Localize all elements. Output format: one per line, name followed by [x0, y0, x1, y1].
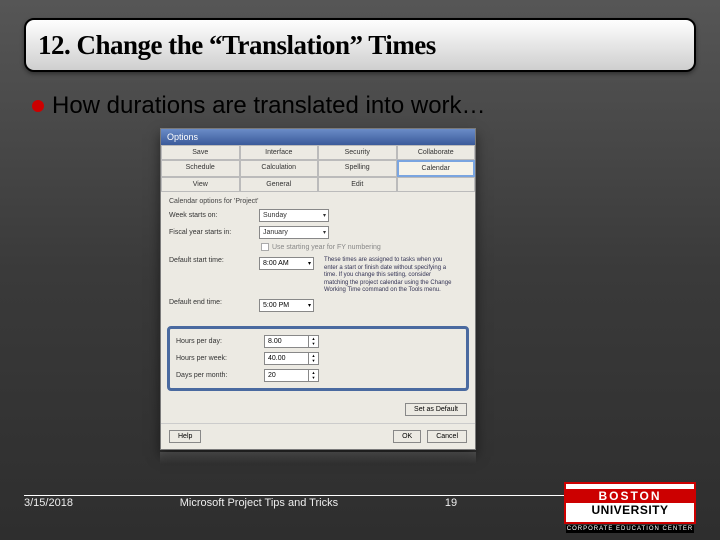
logo-bottom: UNIVERSITY [566, 503, 694, 517]
spinner-arrows-icon[interactable]: ▲▼ [308, 336, 318, 347]
hours-per-day-input[interactable]: 8.00▲▼ [264, 335, 319, 348]
week-starts-row: Week starts on: Sunday [161, 207, 475, 224]
hours-per-week-row: Hours per week: 40.00▲▼ [172, 350, 464, 367]
dialog-tabs: Save Interface Security Collaborate Sche… [161, 145, 475, 192]
ok-button[interactable]: OK [393, 430, 421, 443]
slide: 12. Change the “Translation” Times How d… [0, 0, 720, 540]
tab-calendar[interactable]: Calendar [397, 160, 476, 177]
tab-calculation[interactable]: Calculation [240, 160, 319, 177]
default-start-label: Default start time: [169, 257, 259, 264]
footer-title: Microsoft Project Tips and Tricks [180, 497, 338, 509]
hours-per-day-row: Hours per day: 8.00▲▼ [172, 333, 464, 350]
spinner-arrows-icon[interactable]: ▲▼ [308, 353, 318, 364]
hours-per-week-label: Hours per week: [176, 355, 264, 362]
default-end-row: Default end time: 5:00 PM [161, 297, 475, 314]
bullet-text: How durations are translated into work… [52, 92, 486, 120]
bullet-icon [32, 100, 44, 112]
week-starts-combo[interactable]: Sunday [259, 209, 329, 222]
footer: 3/15/2018 Microsoft Project Tips and Tri… [24, 482, 696, 524]
help-button[interactable]: Help [169, 430, 201, 443]
days-per-month-label: Days per month: [176, 372, 264, 379]
spinner-arrows-icon[interactable]: ▲▼ [308, 370, 318, 381]
tab-view[interactable]: View [161, 177, 240, 192]
tab-general[interactable]: General [240, 177, 319, 192]
reflection-decor [160, 452, 476, 464]
title-bar: 12. Change the “Translation” Times [24, 18, 696, 72]
tab-collaborate[interactable]: Collaborate [397, 145, 476, 160]
section-label: Calendar options for 'Project' [161, 192, 475, 207]
footer-date: 3/15/2018 [24, 497, 73, 509]
days-per-month-input[interactable]: 20▲▼ [264, 369, 319, 382]
fiscal-starts-label: Fiscal year starts in: [169, 229, 259, 236]
slide-title: 12. Change the “Translation” Times [38, 30, 436, 61]
hours-per-week-input[interactable]: 40.00▲▼ [264, 352, 319, 365]
tab-empty [397, 177, 476, 192]
default-end-label: Default end time: [169, 299, 259, 306]
tab-interface[interactable]: Interface [240, 145, 319, 160]
logo-sub: CORPORATE EDUCATION CENTER [566, 525, 694, 533]
boston-university-logo: BOSTON UNIVERSITY CORPORATE EDUCATION CE… [564, 482, 696, 524]
hours-per-day-label: Hours per day: [176, 338, 264, 345]
cancel-button[interactable]: Cancel [427, 430, 467, 443]
options-dialog: Options Save Interface Security Collabor… [160, 128, 476, 450]
bullet-row: How durations are translated into work… [32, 92, 486, 120]
logo-top: BOSTON [566, 489, 694, 503]
fiscal-starts-combo[interactable]: January [259, 226, 329, 239]
tab-edit[interactable]: Edit [318, 177, 397, 192]
tab-spelling[interactable]: Spelling [318, 160, 397, 177]
default-end-combo[interactable]: 5:00 PM [259, 299, 314, 312]
tab-security[interactable]: Security [318, 145, 397, 160]
week-starts-label: Week starts on: [169, 212, 259, 219]
footer-page: 19 [445, 497, 457, 509]
days-per-month-row: Days per month: 20▲▼ [172, 367, 464, 384]
times-note: These times are assigned to tasks when y… [324, 257, 454, 295]
default-start-combo[interactable]: 8:00 AM [259, 257, 314, 270]
dialog-title: Options [161, 129, 475, 145]
fy-checkbox[interactable] [261, 243, 269, 251]
set-default-row: Set as Default [161, 397, 475, 422]
fy-checkbox-row: Use starting year for FY numbering [161, 241, 475, 255]
highlight-box: Hours per day: 8.00▲▼ Hours per week: 40… [167, 326, 469, 391]
default-start-row: Default start time: 8:00 AM These times … [161, 255, 475, 297]
set-default-button[interactable]: Set as Default [405, 403, 467, 416]
fiscal-starts-row: Fiscal year starts in: January [161, 224, 475, 241]
fy-checkbox-label: Use starting year for FY numbering [272, 244, 381, 251]
dialog-bottom: Help OK Cancel [161, 423, 475, 449]
tab-schedule[interactable]: Schedule [161, 160, 240, 177]
tab-save[interactable]: Save [161, 145, 240, 160]
